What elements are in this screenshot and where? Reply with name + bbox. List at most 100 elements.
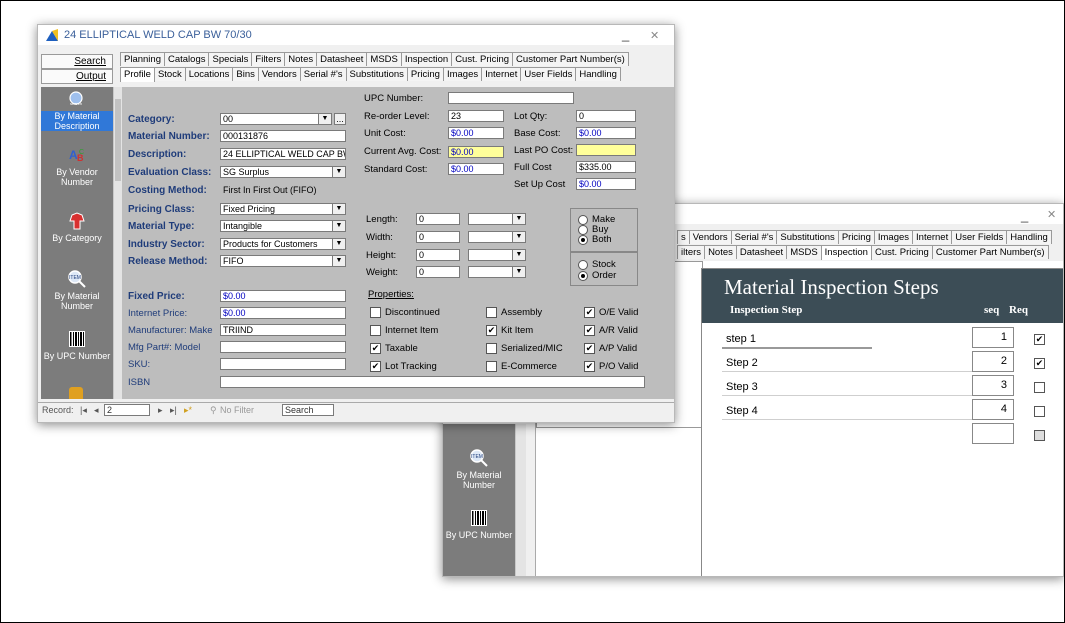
tab-msds[interactable]: MSDS <box>366 52 402 66</box>
inspection-sidebar-scrollbar[interactable] <box>515 424 526 576</box>
tab-msds[interactable]: MSDS <box>786 245 822 259</box>
tab-catalogs[interactable]: Catalogs <box>163 52 210 66</box>
output-button[interactable]: Output <box>41 69 113 84</box>
tab-serial-s[interactable]: Serial #'s <box>730 230 778 244</box>
tab-cust-pricing[interactable]: Cust. Pricing <box>870 245 933 259</box>
inspection-step-text[interactable]: Step 3 <box>726 381 758 393</box>
tab-images[interactable]: Images <box>873 230 914 244</box>
sku-field[interactable] <box>220 358 346 370</box>
isbn-field[interactable] <box>220 376 645 388</box>
tab-locations[interactable]: Locations <box>184 67 234 81</box>
sidebar-scrollbar-thumb[interactable] <box>115 99 121 181</box>
req-checkbox[interactable]: ✔ <box>1034 334 1045 345</box>
checkbox-discontinued[interactable] <box>370 307 381 318</box>
tab-bins[interactable]: Bins <box>232 67 259 81</box>
width-unit-select[interactable]: ▼ <box>468 231 526 243</box>
tab-planning[interactable]: Planning <box>120 52 165 66</box>
new-record-button[interactable]: ▸* <box>184 405 192 416</box>
tab-datasheet[interactable]: Datasheet <box>735 245 788 259</box>
checkbox-a-p-valid[interactable]: ✔ <box>584 343 595 354</box>
material-type-select[interactable]: Intangible ▼ <box>220 220 346 232</box>
sidebar-item-by-upc-number[interactable]: By UPC Number <box>443 508 515 540</box>
last-po-cost-field[interactable] <box>576 144 636 156</box>
industry-sector-select[interactable]: Products for Customers ▼ <box>220 238 346 250</box>
height-unit-select[interactable]: ▼ <box>468 249 526 261</box>
tab-specials[interactable]: Specials <box>208 52 253 66</box>
minimize-button[interactable]: _ <box>622 27 629 42</box>
weight-field[interactable]: 0 <box>416 266 460 278</box>
tab-stock[interactable]: Stock <box>153 67 186 81</box>
close-button[interactable]: ✕ <box>1047 208 1056 221</box>
inspection-step-text[interactable]: Step 2 <box>726 357 758 369</box>
width-field[interactable]: 0 <box>416 231 460 243</box>
checkbox-p-o-valid[interactable]: ✔ <box>584 361 595 372</box>
req-checkbox-new[interactable] <box>1034 430 1045 441</box>
checkbox-taxable[interactable]: ✔ <box>370 343 381 354</box>
checkbox-internet-item[interactable] <box>370 325 381 336</box>
close-button[interactable]: ✕ <box>650 29 659 42</box>
no-filter-button[interactable]: No Filter <box>220 405 254 415</box>
next-record-button[interactable]: ▸ <box>158 405 163 416</box>
sidebar-item-by-material-description[interactable]: search By Material Description <box>41 89 113 131</box>
seq-field[interactable]: 2 <box>972 351 1014 372</box>
tab-filters[interactable]: Filters <box>251 52 286 66</box>
mfg-part-model-field[interactable] <box>220 341 346 353</box>
tab-vendors[interactable]: Vendors <box>688 230 732 244</box>
tab-cust-pricing[interactable]: Cust. Pricing <box>451 52 514 66</box>
checkbox-a-r-valid[interactable]: ✔ <box>584 325 595 336</box>
upc-field[interactable] <box>448 92 574 104</box>
tab-ilters[interactable]: ilters <box>677 245 706 259</box>
tab-handling[interactable]: Handling <box>1006 230 1052 244</box>
release-method-select[interactable]: FIFO ▼ <box>220 255 346 267</box>
checkbox-kit-item[interactable]: ✔ <box>486 325 497 336</box>
record-number-field[interactable]: 2 <box>104 404 150 416</box>
order-radio[interactable] <box>578 271 588 281</box>
last-record-button[interactable]: ▸| <box>170 405 177 416</box>
search-box[interactable]: Search <box>282 404 334 416</box>
minimize-button[interactable]: _ <box>1021 208 1028 223</box>
req-checkbox[interactable]: ✔ <box>1034 358 1045 369</box>
tab-inspection[interactable]: Inspection <box>400 52 453 66</box>
seq-field[interactable]: 3 <box>972 375 1014 396</box>
tab-substitutions[interactable]: Substitutions <box>776 230 839 244</box>
tab-internet[interactable]: Internet <box>481 67 522 81</box>
inspection-step-text[interactable]: step 1 <box>726 333 756 345</box>
sidebar-item-by-material-number[interactable]: ITEM By Material Number <box>41 269 113 311</box>
tab-profile[interactable]: Profile <box>120 67 155 82</box>
seq-field[interactable]: 4 <box>972 399 1014 420</box>
evaluation-class-select[interactable]: SG Surplus ▼ <box>220 166 346 178</box>
tab-images[interactable]: Images <box>442 67 483 81</box>
tab-handling[interactable]: Handling <box>575 67 621 81</box>
tab-inspection[interactable]: Inspection <box>820 245 872 260</box>
tab-user-fields[interactable]: User Fields <box>520 67 577 81</box>
setup-cost-field[interactable]: $0.00 <box>576 178 636 190</box>
tab-user-fields[interactable]: User Fields <box>951 230 1008 244</box>
make-radio[interactable] <box>578 215 588 225</box>
tab-notes[interactable]: Notes <box>284 52 318 66</box>
category-select[interactable]: 00 ▼ <box>220 113 332 125</box>
first-record-button[interactable]: |◂ <box>80 405 87 416</box>
tab-vendors[interactable]: Vendors <box>257 67 301 81</box>
pricing-class-select[interactable]: Fixed Pricing ▼ <box>220 203 346 215</box>
checkbox-lot-tracking[interactable]: ✔ <box>370 361 381 372</box>
height-field[interactable]: 0 <box>416 249 460 261</box>
inspection-step-text[interactable]: Step 4 <box>726 405 758 417</box>
tab-customer-part-number-s[interactable]: Customer Part Number(s) <box>931 245 1049 259</box>
sidebar-item-by-vendor-number[interactable]: ABC By Vendor Number <box>41 145 113 187</box>
checkbox-assembly[interactable] <box>486 307 497 318</box>
checkbox-serialized-mic[interactable] <box>486 343 497 354</box>
internet-price-field[interactable]: $0.00 <box>220 307 346 319</box>
weight-unit-select[interactable]: ▼ <box>468 266 526 278</box>
category-browse-button[interactable]: ... <box>334 113 346 125</box>
fixed-price-field[interactable]: $0.00 <box>220 290 346 302</box>
seq-field-new[interactable] <box>972 423 1014 444</box>
search-button[interactable]: Search <box>41 54 113 69</box>
tab-customer-part-number-s[interactable]: Customer Part Number(s) <box>512 52 629 66</box>
tab-pricing[interactable]: Pricing <box>837 230 875 244</box>
full-cost-field[interactable]: $335.00 <box>576 161 636 173</box>
checkbox-o-e-valid[interactable]: ✔ <box>584 307 595 318</box>
standard-cost-field[interactable]: $0.00 <box>448 163 504 175</box>
base-cost-field[interactable]: $0.00 <box>576 127 636 139</box>
unit-cost-field[interactable]: $0.00 <box>448 127 504 139</box>
description-field[interactable]: 24 ELLIPTICAL WELD CAP BW <box>220 148 346 160</box>
